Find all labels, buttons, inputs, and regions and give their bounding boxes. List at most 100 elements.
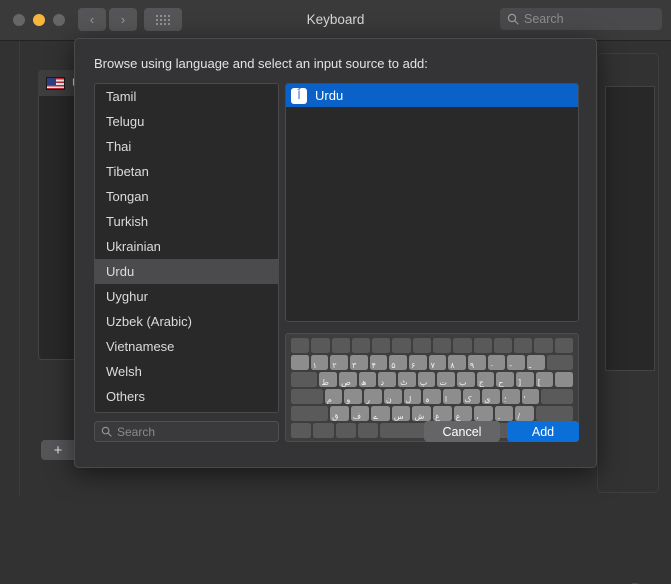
add-button[interactable]: Add (507, 421, 579, 442)
input-source-results-list[interactable]: اُ Urdu (285, 83, 579, 322)
keyboard-row-function (291, 338, 573, 353)
keyboard-key (546, 355, 574, 370)
key-glyph: ۲ (332, 361, 337, 370)
right-options-list[interactable] (605, 86, 655, 371)
language-list-item[interactable]: Thai (95, 134, 278, 159)
keyboard-key: ـ (526, 355, 545, 370)
key-glyph: ] (518, 378, 522, 387)
key-glyph: ی (484, 395, 491, 404)
keyboard-key: ٹ (398, 372, 416, 387)
keyboard-row-home: م و ر ن ل ہ ا ک ی ؛ ' (291, 389, 574, 404)
key-glyph: ل (405, 395, 412, 404)
keyboard-key: و (344, 389, 363, 404)
key-glyph: ۸ (450, 361, 455, 370)
keyboard-key: د (378, 372, 397, 387)
keyboard-key: ل (403, 389, 422, 404)
search-icon (101, 426, 112, 437)
keyboard-key: ا (442, 389, 461, 404)
keyboard-preferences-window: ‹ › Keyboard Search + Browse using langu… (0, 0, 671, 584)
keyboard-key: ، (474, 406, 493, 421)
language-list-item[interactable]: Uzbek (Arabic) (95, 309, 278, 334)
key-glyph: ب (459, 378, 467, 387)
add-input-source-sheet: Browse using language and select an inpu… (74, 38, 597, 468)
key-glyph: ھ (360, 378, 367, 387)
keyboard-key (291, 355, 309, 370)
keyboard-key (432, 338, 452, 353)
key-glyph: ن (385, 395, 392, 404)
keyboard-key (291, 406, 329, 421)
input-source-item-label: Urdu (315, 88, 344, 103)
keyboard-key: پ (417, 372, 436, 387)
key-glyph: ۴ (371, 361, 376, 370)
key-glyph: ج (478, 378, 484, 387)
language-list-item[interactable]: Tibetan (95, 159, 278, 184)
cancel-button[interactable]: Cancel (424, 421, 500, 442)
key-glyph: ٹ (400, 378, 408, 387)
keyboard-key: / (515, 406, 534, 421)
keyboard-key: ۶ (408, 355, 427, 370)
key-glyph: ۳ (351, 361, 357, 370)
keyboard-key (351, 338, 371, 353)
key-glyph: ؛ (503, 395, 507, 404)
key-glyph: ش (414, 412, 425, 421)
key-glyph: ح (498, 378, 504, 387)
key-glyph: ' (523, 395, 526, 404)
keyboard-key: م (324, 389, 343, 404)
keyboard-key: س (391, 406, 411, 421)
search-icon (507, 13, 519, 25)
keyboard-key: ۲ (330, 355, 348, 370)
keyboard-key: ق (330, 406, 349, 421)
language-list-item[interactable]: Ukrainian (95, 234, 278, 259)
language-list-item[interactable]: Welsh (95, 359, 278, 384)
keyboard-key (372, 338, 391, 353)
key-glyph: و (346, 395, 351, 404)
keyboard-key: ' (521, 389, 540, 404)
key-glyph: ا (444, 395, 448, 404)
language-list-item[interactable]: Telugu (95, 109, 278, 134)
keyboard-key: ۰ (487, 355, 506, 370)
keyboard-key: ہ (423, 389, 441, 404)
keyboard-key (291, 389, 323, 404)
key-glyph: ـ (528, 361, 532, 370)
language-list-item-selected[interactable]: Urdu (95, 259, 278, 284)
key-glyph: ۹ (469, 361, 475, 370)
keyboard-key (311, 338, 330, 353)
key-glyph: [ (537, 378, 541, 387)
keyboard-key (535, 406, 574, 421)
keyboard-key: ] (516, 372, 534, 387)
language-list[interactable]: Tamil Telugu Thai Tibetan Tongan Turkish… (94, 83, 279, 413)
language-list-item[interactable]: Tongan (95, 184, 278, 209)
keyboard-key (313, 423, 334, 438)
language-list-item[interactable]: Uyghur (95, 284, 278, 309)
keyboard-key: ے (371, 406, 390, 421)
keyboard-key (554, 338, 573, 353)
keyboard-key: ف (350, 406, 370, 421)
keyboard-key: ۴ (369, 355, 388, 370)
keyboard-key: غ (433, 406, 452, 421)
urdu-input-source-icon: اُ (291, 87, 307, 104)
keyboard-key (473, 338, 492, 353)
language-list-item[interactable]: Vietnamese (95, 334, 278, 359)
input-source-item-urdu[interactable]: اُ Urdu (286, 84, 578, 107)
panel-divider (19, 41, 20, 497)
toolbar-search-field[interactable]: Search (500, 8, 662, 30)
language-list-item[interactable]: Turkish (95, 209, 278, 234)
keyboard-key: ؛ (501, 389, 520, 404)
language-search-input[interactable]: Search (94, 421, 279, 442)
keyboard-row-top: ط ص ھ د ٹ پ ت ب ج ح] [ (291, 372, 574, 387)
keyboard-row-bottom: ق ف ے س ش غ ع ، ۔ / (291, 406, 574, 421)
keyboard-key: ج (476, 372, 495, 387)
key-glyph: ک (464, 395, 472, 404)
keyboard-key: ۔ (494, 406, 514, 421)
keyboard-key (331, 338, 350, 353)
key-glyph: ص (341, 378, 351, 387)
key-glyph: ر (366, 395, 371, 404)
window-toolbar: ‹ › Keyboard Search (0, 0, 671, 41)
language-list-item[interactable]: Tamil (95, 84, 278, 109)
key-glyph: ع (455, 412, 461, 421)
key-glyph: م (326, 395, 332, 404)
keyboard-key: ھ (358, 372, 377, 387)
add-input-source-button[interactable]: + (41, 440, 75, 460)
language-list-item[interactable]: Others (95, 384, 278, 409)
keyboard-key: ر (364, 389, 382, 404)
